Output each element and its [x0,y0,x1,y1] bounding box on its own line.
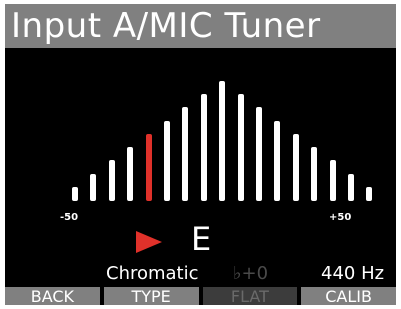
meter-bar [127,147,134,201]
tuner-screen: Input A/MIC Tuner -50 +50 E Chromatic ♭+… [5,4,396,305]
flat-button[interactable]: FLAT [202,287,298,305]
type-button[interactable]: TYPE [103,287,199,305]
meter-bar [366,187,373,201]
calibration-value: 440 Hz [321,263,385,284]
flat-arrow-icon [136,231,162,253]
page-title: Input A/MIC Tuner [11,6,321,46]
flat-tuning-value: ♭+0 [233,263,269,284]
meter-bar [90,174,97,201]
back-button[interactable]: BACK [5,287,100,305]
meter-bar [311,147,318,201]
softkey-bar: BACK TYPE FLAT CALIB [5,287,396,305]
meter-bar-active [145,134,152,201]
meter-bar [219,81,226,201]
meter-bar [292,134,299,201]
meter-bar [182,107,189,201]
note-row: E [5,220,396,260]
title-bar: Input A/MIC Tuner [5,4,396,48]
meter-bar [108,160,115,201]
meter-bar [164,121,170,201]
tuner-type-value: Chromatic [106,263,199,284]
meter-bar [274,121,281,201]
meter-bar [329,160,336,201]
meter-bar [72,187,78,201]
meter-bar [348,174,354,201]
calib-button[interactable]: CALIB [301,287,396,305]
info-row: Chromatic ♭+0 440 Hz [5,262,396,286]
meter-bar [237,94,244,201]
tuning-meter [5,48,396,208]
meter-bar [200,94,207,201]
meter-bar [256,107,262,201]
note-name: E [191,220,212,258]
